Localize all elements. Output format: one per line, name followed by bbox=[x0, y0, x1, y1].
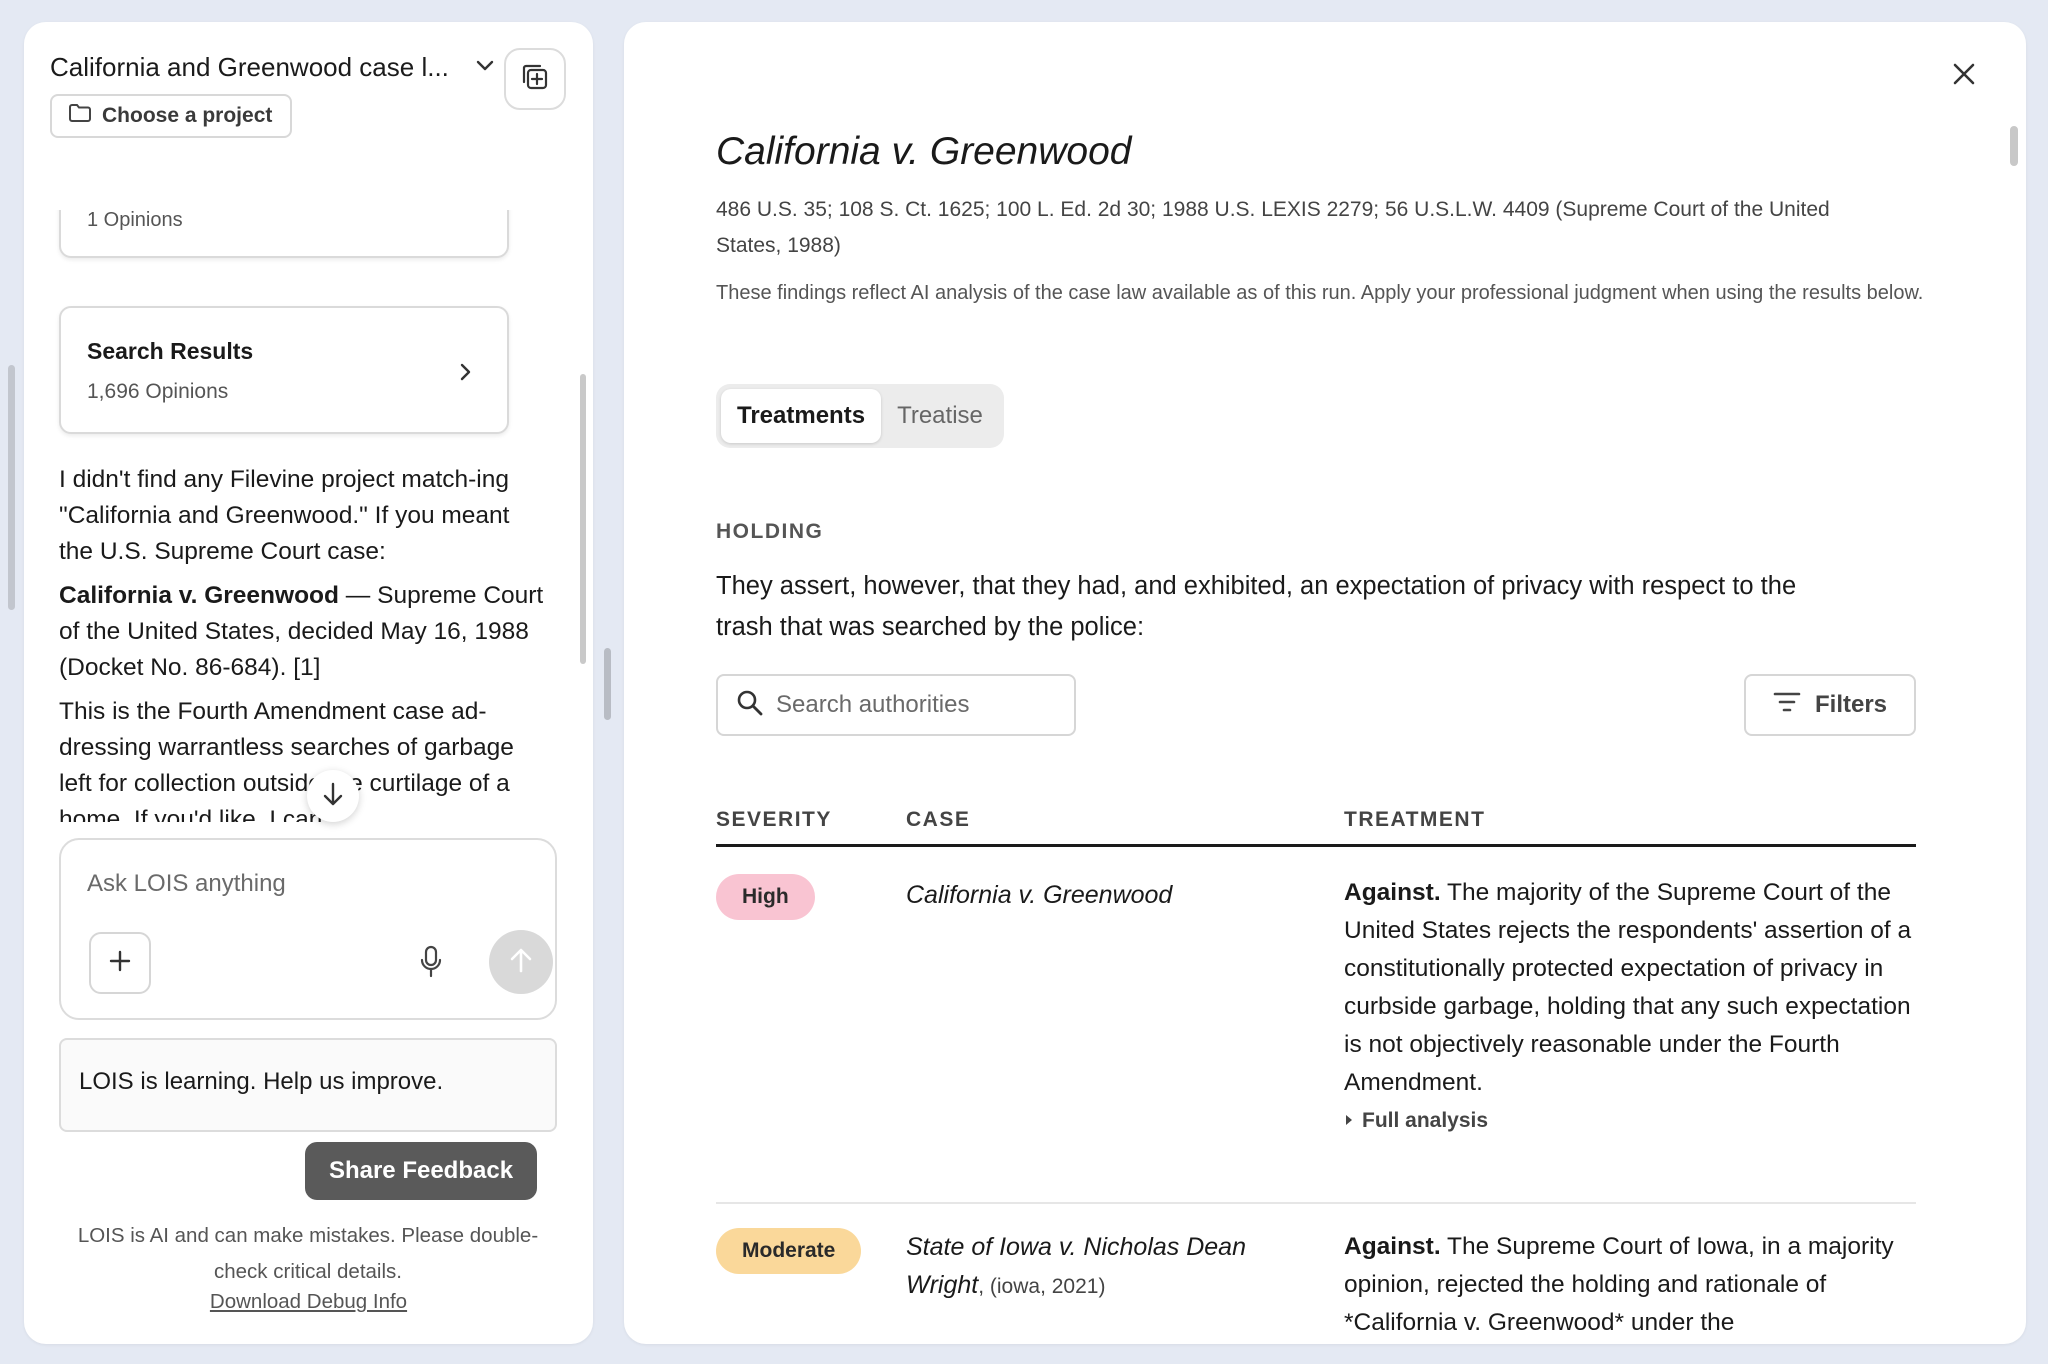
microphone-button[interactable] bbox=[413, 944, 449, 984]
column-header-treatment[interactable]: TREATMENT bbox=[1344, 808, 1485, 832]
holding-text: They assert, however, that they had, and… bbox=[716, 572, 1797, 641]
attach-button[interactable] bbox=[89, 932, 151, 994]
arrow-down-icon bbox=[320, 780, 346, 813]
close-icon bbox=[1951, 61, 1977, 92]
search-results-count: 1,696 Opinions bbox=[87, 380, 229, 403]
search-icon bbox=[736, 689, 764, 722]
treatment-text: The majority of the Supreme Court of the… bbox=[1344, 879, 1912, 1096]
case-name-cell[interactable]: State of Iowa v. Nicholas Dean Wright, (… bbox=[906, 1228, 1306, 1306]
microphone-icon bbox=[419, 945, 443, 984]
case-name-bold: California v. Greenwood bbox=[59, 582, 339, 609]
message-paragraph: This is the Fourth Amendment case ad-dre… bbox=[59, 698, 514, 822]
chat-panel: California and Greenwood case l... Choos… bbox=[24, 22, 593, 1344]
severity-badge-high: High bbox=[716, 874, 815, 920]
severity-badge-moderate: Moderate bbox=[716, 1228, 862, 1274]
message-paragraph: I didn't find any Filevine project match… bbox=[59, 466, 510, 565]
full-analysis-toggle[interactable]: Full analysis bbox=[1344, 1106, 1916, 1136]
message-paragraph: California v. Greenwood — Supreme Court … bbox=[59, 578, 549, 686]
scroll-to-bottom-button[interactable] bbox=[307, 770, 359, 822]
filters-label: Filters bbox=[1814, 691, 1888, 718]
assistant-message: I didn't find any Filevine project match… bbox=[59, 462, 549, 822]
new-chat-button[interactable] bbox=[504, 48, 566, 110]
folder-icon bbox=[68, 103, 92, 129]
treatment-lead: Against. bbox=[1344, 879, 1441, 906]
new-chat-icon bbox=[519, 61, 551, 98]
case-name-cell[interactable]: California v. Greenwood bbox=[906, 876, 1306, 914]
conversation-title[interactable]: California and Greenwood case l... bbox=[50, 52, 449, 83]
tab-treatise[interactable]: Treatise bbox=[881, 389, 999, 443]
case-name: California v. Greenwood bbox=[906, 881, 1173, 909]
header-divider bbox=[716, 844, 1916, 847]
filter-icon bbox=[1773, 691, 1801, 720]
view-tabs: Treatments Treatise bbox=[716, 384, 1004, 448]
case-meta: , (iowa, 2021) bbox=[978, 1275, 1106, 1298]
ai-disclaimer: LOIS is AI and can make mistakes. Please… bbox=[77, 1224, 539, 1283]
caret-right-icon bbox=[1344, 1106, 1354, 1136]
plus-icon bbox=[108, 949, 132, 978]
ask-lois-input[interactable] bbox=[87, 870, 507, 898]
case-citation: 486 U.S. 35; 108 S. Ct. 1625; 100 L. Ed.… bbox=[716, 198, 1830, 257]
full-analysis-label: Full analysis bbox=[1362, 1109, 1489, 1132]
treatment-lead: Against. bbox=[1344, 1233, 1441, 1260]
chat-transcript[interactable]: 1 Opinions Search Results 1,696 Opinions… bbox=[24, 210, 593, 822]
choose-project-label: Choose a project bbox=[102, 104, 273, 127]
choose-project-button[interactable]: Choose a project bbox=[50, 94, 293, 138]
row-divider bbox=[716, 1202, 1916, 1204]
column-header-severity[interactable]: SEVERITY bbox=[716, 808, 832, 832]
filters-button[interactable]: Filters bbox=[1744, 674, 1916, 736]
case-detail-panel: California v. Greenwood 486 U.S. 35; 108… bbox=[624, 22, 2026, 1344]
column-header-case[interactable]: CASE bbox=[906, 808, 970, 832]
holding-heading: HOLDING bbox=[716, 520, 824, 543]
tab-treatments[interactable]: Treatments bbox=[721, 389, 882, 443]
arrow-up-icon bbox=[507, 945, 535, 980]
chat-scrollbar[interactable] bbox=[580, 374, 586, 664]
chevron-right-icon bbox=[455, 360, 475, 384]
search-results-title: Search Results bbox=[87, 338, 254, 364]
chevron-down-icon[interactable] bbox=[472, 52, 498, 78]
opinions-count: 1 Opinions bbox=[87, 210, 183, 231]
download-debug-link[interactable]: Download Debug Info bbox=[24, 1290, 593, 1314]
panel-resize-handle[interactable] bbox=[604, 648, 611, 720]
message-composer bbox=[59, 838, 557, 1020]
search-authorities-input[interactable] bbox=[776, 691, 1066, 719]
ai-analysis-note: These findings reflect AI analysis of th… bbox=[716, 282, 1924, 304]
close-button[interactable] bbox=[1944, 56, 1984, 96]
opinions-card[interactable]: 1 Opinions bbox=[59, 210, 509, 258]
feedback-prompt: LOIS is learning. Help us improve. bbox=[59, 1038, 557, 1132]
search-authorities-field[interactable] bbox=[716, 674, 1076, 736]
detail-scrollbar[interactable] bbox=[2010, 126, 2018, 166]
case-title: California v. Greenwood bbox=[716, 130, 1132, 173]
treatment-cell: Against. The majority of the Supreme Cou… bbox=[1344, 874, 1916, 1136]
treatment-cell: Against. The Supreme Court of Iowa, in a… bbox=[1344, 1228, 1916, 1342]
search-results-card[interactable]: Search Results 1,696 Opinions bbox=[59, 306, 509, 434]
send-button[interactable] bbox=[489, 930, 553, 994]
share-feedback-button[interactable]: Share Feedback bbox=[305, 1142, 537, 1200]
page-scrollbar[interactable] bbox=[8, 365, 15, 610]
